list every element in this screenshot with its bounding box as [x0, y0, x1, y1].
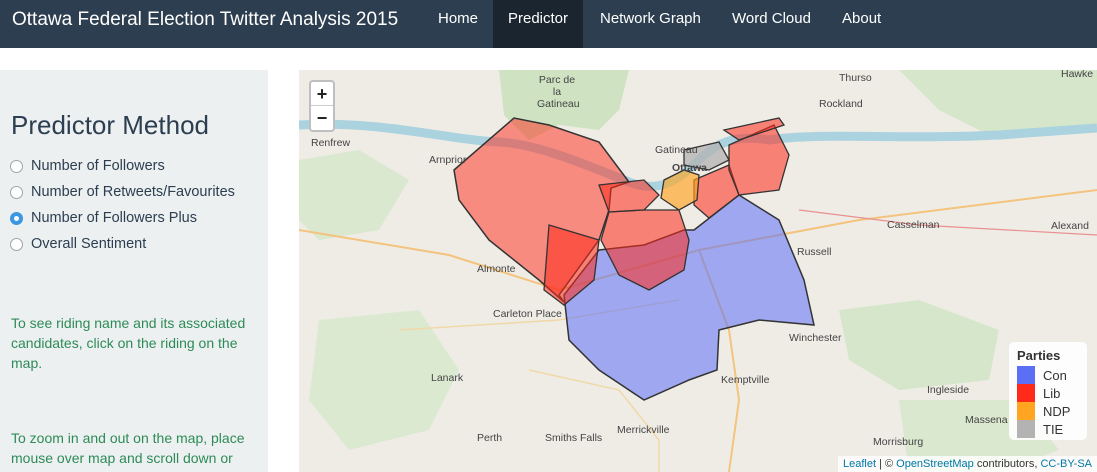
nav-about[interactable]: About [827, 0, 896, 48]
place-label: Perth [477, 432, 503, 444]
legend-label: NDP [1043, 403, 1071, 419]
place-label: Arnprior [429, 154, 467, 166]
nav-word-cloud[interactable]: Word Cloud [717, 0, 826, 48]
radio-label: Overall Sentiment [31, 236, 147, 252]
map-panel[interactable]: Thurso Hawke Parc de la Gatineau Rocklan… [299, 70, 1097, 472]
place-label: Almonte [477, 263, 516, 275]
place-label: Parc de la Gatineau [537, 74, 580, 110]
place-label: Morrisburg [873, 436, 924, 448]
legend-swatch [1017, 384, 1035, 402]
place-label: Ingleside [927, 384, 970, 396]
navbar: Ottawa Federal Election Twitter Analysis… [0, 0, 1097, 48]
legend-label: TIE [1043, 421, 1064, 437]
legend-label: Lib [1043, 385, 1061, 401]
nav-network-graph[interactable]: Network Graph [585, 0, 716, 48]
place-label: Renfrew [311, 137, 351, 149]
help-text-riding: To see riding name and its associated ca… [11, 315, 246, 371]
legend-swatch [1017, 366, 1035, 384]
legend-swatch [1017, 402, 1035, 420]
radio-label: Number of Followers Plus [31, 210, 197, 226]
place-label: Russell [797, 246, 832, 258]
predictor-method-title: Predictor Method [11, 110, 209, 140]
place-label: Carleton Place [493, 308, 562, 320]
nav-predictor[interactable]: Predictor [493, 0, 584, 48]
place-label: Ottawa [672, 162, 708, 174]
zoom-in-button[interactable]: + [311, 82, 333, 106]
radio-number-of-followers-plus[interactable]: Number of Followers Plus [10, 208, 197, 228]
place-label: Rockland [819, 98, 863, 110]
place-label: Smiths Falls [545, 432, 603, 444]
radio-number-of-retweets[interactable]: Number of Retweets/Favourites [10, 182, 235, 202]
parties-legend: Parties Con Lib NDP TIE [1009, 342, 1087, 440]
legend-item-con: Con [1017, 366, 1079, 384]
nav-home[interactable]: Home [423, 0, 493, 48]
osm-link[interactable]: OpenStreetMap [896, 458, 974, 470]
place-label: Gatineau [655, 144, 698, 156]
radio-button[interactable] [10, 159, 23, 173]
map-attribution: Leaflet | © OpenStreetMap contributors, … [837, 456, 1097, 472]
legend-label: Con [1043, 367, 1067, 383]
place-label: Casselman [887, 219, 940, 231]
help-text-zoom: To zoom in and out on the map, place mou… [11, 430, 245, 466]
legend-item-ndp: NDP [1017, 402, 1079, 420]
zoom-control: + − [309, 80, 335, 132]
sidebar-panel: Predictor Method Number of Followers Num… [0, 70, 268, 472]
leaflet-link[interactable]: Leaflet [843, 458, 876, 470]
place-label: Kemptville [721, 374, 770, 386]
legend-title: Parties [1017, 348, 1061, 363]
radio-overall-sentiment[interactable]: Overall Sentiment [10, 234, 146, 254]
place-label: Merrickville [617, 424, 670, 436]
radio-number-of-followers[interactable]: Number of Followers [10, 156, 165, 176]
place-label: Alexand [1051, 220, 1089, 232]
radio-button[interactable] [10, 237, 23, 251]
attribution-separator: | © [876, 458, 897, 470]
zoom-out-button[interactable]: − [311, 106, 333, 130]
radio-label: Number of Followers [31, 158, 165, 174]
radio-label: Number of Retweets/Favourites [31, 184, 235, 200]
place-label: Hawke [1061, 70, 1094, 80]
place-label: Winchester [789, 332, 842, 344]
radio-button-checked[interactable] [10, 211, 23, 225]
attribution-contributors: contributors, [973, 458, 1041, 470]
place-label: Lanark [431, 372, 464, 384]
legend-item-tie: TIE [1017, 420, 1079, 438]
legend-item-lib: Lib [1017, 384, 1079, 402]
map-canvas[interactable] [299, 70, 1097, 472]
legend-swatch [1017, 420, 1035, 438]
place-label: Thurso [839, 72, 872, 84]
license-link[interactable]: CC-BY-SA [1040, 458, 1092, 470]
radio-button[interactable] [10, 185, 23, 199]
place-label: Massena [965, 414, 1008, 426]
app-title[interactable]: Ottawa Federal Election Twitter Analysis… [12, 9, 398, 31]
